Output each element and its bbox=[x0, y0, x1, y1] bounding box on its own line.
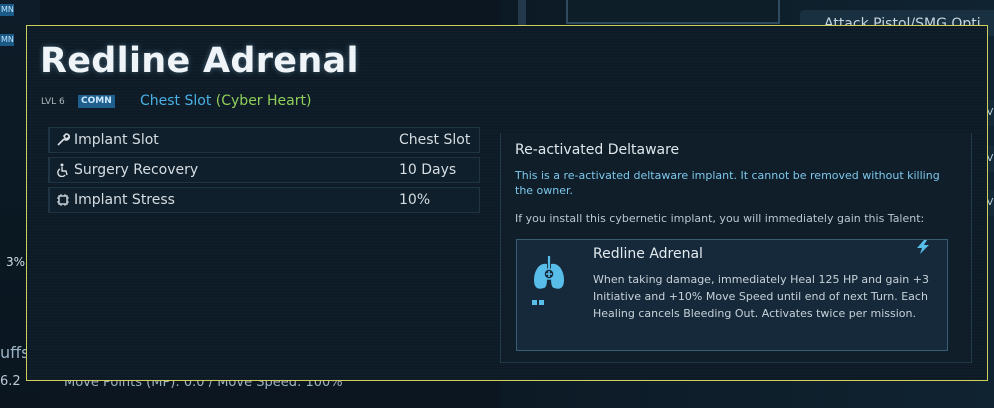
rarity-badge: COMN bbox=[78, 95, 115, 108]
talent-card: Redline Adrenal When taking damage, imme… bbox=[516, 239, 948, 351]
item-title: Redline Adrenal bbox=[40, 41, 359, 81]
talent-name: Redline Adrenal bbox=[593, 246, 703, 262]
chip-icon bbox=[57, 194, 69, 206]
slot-detail: (Cyber Heart) bbox=[215, 93, 312, 109]
stat-name: Implant Stress bbox=[74, 192, 175, 208]
talent-gain-text: If you install this cybernetic implant, … bbox=[515, 212, 925, 225]
stat-value: Chest Slot bbox=[399, 132, 471, 148]
item-level: LVL 6 bbox=[41, 97, 65, 107]
stat-name: Implant Slot bbox=[74, 132, 159, 148]
left-tag: MN bbox=[0, 34, 14, 46]
stat-value: 10% bbox=[399, 192, 431, 208]
lightning-icon bbox=[917, 240, 929, 254]
stat-row-surgery-recovery: Surgery Recovery 10 Days bbox=[48, 157, 480, 183]
stat-name: Surgery Recovery bbox=[74, 162, 199, 178]
stat-row-implant-stress: Implant Stress 10% bbox=[48, 187, 480, 213]
stat-row-implant-slot: Implant Slot Chest Slot bbox=[48, 127, 480, 153]
stat-value: 10 Days bbox=[399, 162, 457, 178]
deltaware-description: This is a re-activated deltaware implant… bbox=[515, 169, 940, 197]
wrench-icon bbox=[57, 133, 70, 146]
weapon-frame bbox=[566, 0, 780, 24]
left-tag: MN bbox=[0, 4, 14, 16]
slot-line: Chest Slot (Cyber Heart) bbox=[140, 93, 311, 109]
deltaware-title: Re-activated Deltaware bbox=[515, 142, 680, 158]
lungs-icon bbox=[532, 256, 564, 305]
left-value: 6.2 bbox=[0, 374, 21, 389]
left-percent: 3% bbox=[6, 255, 26, 269]
accessibility-icon bbox=[57, 163, 68, 177]
slot-label: Chest Slot bbox=[140, 93, 212, 109]
talent-description: When taking damage, immediately Heal 125… bbox=[593, 273, 929, 320]
